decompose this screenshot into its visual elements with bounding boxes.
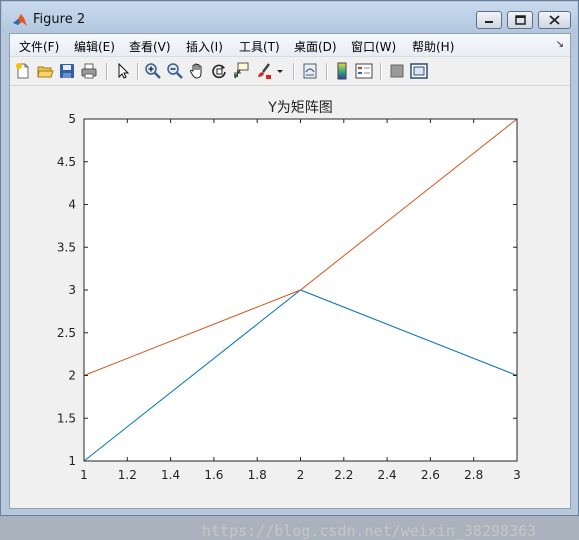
toolbar-separator	[326, 63, 328, 80]
chart-title: Y为矩阵图	[267, 100, 333, 116]
plot-area: 1 1.2 1.4 1.6 1.8 2 2.2 2.4 2.6 2.8 3 1 1.5 2 2.5 3 3.5 4…	[10, 86, 570, 540]
rotate-3d-icon[interactable]	[210, 62, 228, 80]
zoom-in-icon[interactable]	[144, 62, 162, 80]
y-tick-label: 3	[68, 283, 76, 297]
pan-hand-icon[interactable]	[188, 62, 206, 80]
x-tick-label: 1.2	[118, 468, 137, 482]
link-plot-icon[interactable]	[301, 62, 319, 80]
edit-plot-arrow-icon[interactable]	[114, 62, 132, 80]
new-figure-icon[interactable]	[14, 62, 32, 80]
print-icon[interactable]	[80, 62, 98, 80]
x-tick-label: 1.4	[161, 468, 180, 482]
menu-file[interactable]: 文件(F)	[19, 38, 59, 55]
toolbar-separator	[137, 63, 139, 80]
figure-window: Figure 2 文件(F) 编辑(E) 查看(V) 插入(I) 工具(T) 桌…	[0, 0, 579, 540]
figure-client-area: 文件(F) 编辑(E) 查看(V) 插入(I) 工具(T) 桌面(D) 窗口(W…	[9, 33, 571, 540]
menu-insert[interactable]: 插入(I)	[186, 38, 223, 55]
toolbar-separator	[380, 63, 382, 80]
x-tick-label: 1	[80, 468, 88, 482]
x-tick-label: 2.2	[334, 468, 353, 482]
toolbar-separator	[106, 63, 108, 80]
data-cursor-icon[interactable]	[232, 62, 250, 80]
menu-view[interactable]: 查看(V)	[129, 38, 171, 55]
x-tick-label: 2.8	[464, 468, 483, 482]
menu-edit[interactable]: 编辑(E)	[74, 38, 115, 55]
x-tick-label: 1.6	[204, 468, 223, 482]
menu-help[interactable]: 帮助(H)	[412, 38, 454, 55]
toolbar-separator	[293, 63, 295, 80]
show-plot-tools-icon[interactable]	[410, 62, 428, 80]
menu-desktop[interactable]: 桌面(D)	[294, 38, 337, 55]
menu-window[interactable]: 窗口(W)	[351, 38, 396, 55]
menu-bar: 文件(F) 编辑(E) 查看(V) 插入(I) 工具(T) 桌面(D) 窗口(W…	[10, 34, 570, 57]
menu-dock-arrow-icon[interactable]: ↘	[556, 39, 564, 50]
window-title: Figure 2	[33, 12, 86, 27]
y-tick-label: 1.5	[57, 411, 76, 425]
y-tick-label: 2	[68, 369, 76, 383]
open-file-icon[interactable]	[36, 62, 54, 80]
brush-dropdown-icon[interactable]	[275, 62, 285, 80]
x-tick-label: 1.8	[248, 468, 267, 482]
y-tick-label: 5	[68, 112, 76, 126]
title-bar[interactable]: Figure 2	[2, 2, 577, 32]
close-button[interactable]	[538, 11, 571, 29]
x-tick-label: 2	[297, 468, 305, 482]
y-tick-label: 3.5	[57, 240, 76, 254]
matlab-logo-icon	[12, 12, 28, 26]
figure-toolbar	[10, 57, 570, 86]
watermark-text: https://blog.csdn.net/weixin_38298363	[202, 522, 537, 540]
save-icon[interactable]	[58, 62, 76, 80]
hide-plot-tools-icon[interactable]	[388, 62, 406, 80]
brush-icon[interactable]	[255, 62, 273, 80]
legend-icon[interactable]	[355, 62, 373, 80]
y-tick-label: 4.5	[57, 155, 76, 169]
minimize-button[interactable]	[476, 11, 502, 29]
x-tick-label: 2.6	[421, 468, 440, 482]
zoom-out-icon[interactable]	[166, 62, 184, 80]
y-tick-label: 2.5	[57, 326, 76, 340]
y-tick-label: 1	[68, 454, 76, 468]
maximize-button[interactable]	[507, 11, 533, 29]
menu-tools[interactable]: 工具(T)	[239, 38, 280, 55]
colorbar-icon[interactable]	[333, 62, 351, 80]
x-tick-label: 2.4	[378, 468, 397, 482]
y-tick-label: 4	[68, 198, 76, 212]
line-chart[interactable]: 1 1.2 1.4 1.6 1.8 2 2.2 2.4 2.6 2.8 3 1 1.5 2 2.5 3 3.5 4…	[10, 86, 570, 508]
x-tick-label: 3	[513, 468, 521, 482]
